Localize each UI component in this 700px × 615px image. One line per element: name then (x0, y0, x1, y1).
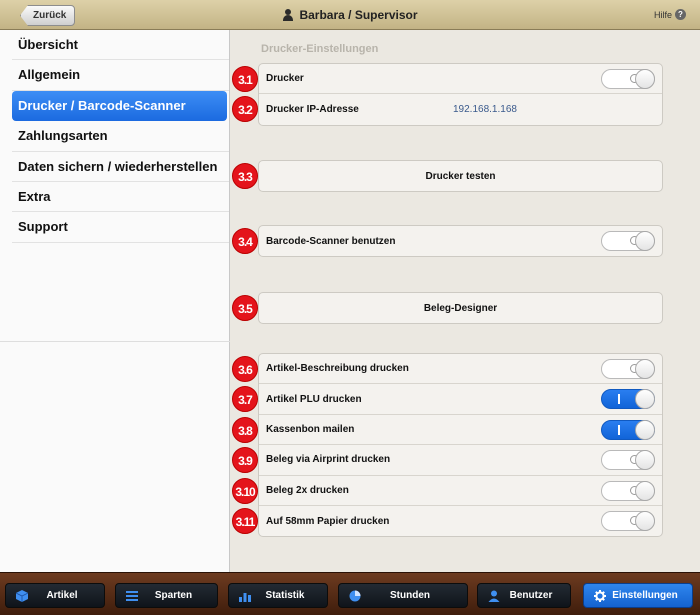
option-label: Beleg via Airprint drucken (266, 454, 391, 466)
scanner-row: 3.4 Barcode-Scanner benutzen (232, 226, 662, 256)
option-label: Kassenbon mailen (266, 423, 355, 435)
toggle-knob (635, 69, 655, 89)
sidebar-item-daten[interactable]: Daten sichern / wiederherstellen (12, 152, 229, 182)
ip-row[interactable]: 3.2 Drucker IP-Adresse 192.168.1.168 (232, 94, 662, 124)
gear-icon (594, 589, 606, 602)
receipt-designer-button[interactable]: Beleg-Designer (259, 293, 662, 323)
help-icon: ? (675, 9, 686, 20)
option-row: 3.8 Kassenbon mailen (232, 415, 662, 446)
printer-row: 3.1 Drucker (232, 64, 662, 95)
toggle-knob (635, 359, 655, 379)
step-badge: 3.4 (232, 228, 258, 254)
tab-stunden[interactable]: Stunden (338, 583, 468, 608)
article-plu-toggle[interactable] (601, 389, 655, 410)
sidebar: Übersicht Allgemein Drucker / Barcode-Sc… (0, 30, 230, 572)
settings-panel: Drucker-Einstellungen 3.1 Drucker 3.2 Dr… (230, 30, 700, 572)
help-button[interactable]: Hilfe ? (654, 9, 686, 20)
option-label: Artikel PLU drucken (266, 393, 362, 405)
sidebar-item-support[interactable]: Support (12, 212, 229, 243)
scanner-group: 3.4 Barcode-Scanner benutzen (232, 225, 663, 258)
scanner-label: Barcode-Scanner benutzen (266, 235, 396, 247)
user-icon (488, 590, 500, 602)
tab-label: Benutzer (509, 590, 553, 601)
print-twice-toggle[interactable] (601, 480, 655, 501)
toggle-knob (635, 450, 655, 471)
user-icon (282, 9, 294, 21)
step-badge: 3.5 (232, 295, 258, 321)
step-badge: 3.11 (232, 507, 258, 534)
toggle-knob (635, 389, 655, 410)
list-icon (126, 590, 138, 601)
step-badge: 3.3 (232, 163, 258, 189)
option-row: 3.9 Beleg via Airprint drucken (232, 445, 662, 476)
scanner-toggle[interactable] (601, 231, 655, 251)
bar-chart-icon (239, 592, 251, 602)
toggle-knob (635, 231, 655, 251)
tab-label: Artikel (46, 590, 78, 601)
help-label: Hilfe (653, 9, 672, 20)
sidebar-item-uebersicht[interactable]: Übersicht (12, 30, 229, 61)
mail-receipt-toggle[interactable] (601, 419, 655, 440)
option-label: Auf 58mm Papier drucken (266, 515, 390, 527)
designer-group: 3.5 Beleg-Designer (232, 292, 663, 324)
airprint-toggle[interactable] (601, 450, 655, 471)
option-row: 3.7 Artikel PLU drucken (232, 384, 662, 415)
step-badge: 3.1 (232, 66, 258, 92)
tab-label: Stunden (390, 590, 430, 601)
bottom-tab-bar: Artikel Sparten Statistik Stunden Benutz… (0, 572, 700, 615)
page-title: Barbara / Supervisor (299, 8, 418, 22)
test-printer-group: 3.3 Drucker testen (232, 160, 663, 192)
print-options-group: 3.6 Artikel-Beschreibung drucken 3.7 Art… (232, 353, 663, 538)
tab-artikel[interactable]: Artikel (5, 583, 105, 608)
header-title-wrap: Barbara / Supervisor (0, 0, 700, 30)
step-badge: 3.9 (232, 447, 258, 474)
sidebar-item-allgemein[interactable]: Allgemein (12, 60, 229, 91)
tab-sparten[interactable]: Sparten (115, 583, 218, 608)
step-badge: 3.7 (232, 386, 258, 413)
toggle-on-icon (618, 394, 620, 405)
option-label: Beleg 2x drucken (266, 484, 349, 496)
sidebar-item-extra[interactable]: Extra (12, 182, 229, 213)
article-description-toggle[interactable] (601, 359, 655, 379)
top-bar: Zurück Barbara / Supervisor Hilfe ? (0, 0, 700, 30)
sidebar-item-zahlungsarten[interactable]: Zahlungsarten (12, 121, 229, 152)
printer-toggle[interactable] (601, 69, 655, 89)
option-row: 3.6 Artikel-Beschreibung drucken (232, 354, 662, 385)
section-title: Drucker-Einstellungen (261, 43, 379, 55)
tab-statistik[interactable]: Statistik (228, 583, 328, 608)
step-badge: 3.2 (232, 96, 258, 123)
option-row: 3.10 Beleg 2x drucken (232, 476, 662, 506)
sidebar-item-drucker[interactable]: Drucker / Barcode-Scanner (12, 90, 227, 122)
ip-value[interactable]: 192.168.1.168 (453, 104, 517, 115)
tab-benutzer[interactable]: Benutzer (477, 583, 571, 608)
tab-label: Einstellungen (612, 590, 678, 601)
tab-label: Statistik (265, 590, 305, 601)
pie-clock-icon (349, 590, 361, 601)
step-badge: 3.6 (232, 356, 258, 382)
toggle-knob (635, 510, 655, 531)
toggle-on-icon (618, 424, 620, 435)
option-label: Artikel-Beschreibung drucken (266, 363, 409, 375)
test-printer-button[interactable]: Drucker testen (259, 161, 662, 191)
printer-label: Drucker (266, 73, 304, 85)
cube-icon (16, 589, 28, 602)
step-badge: 3.10 (232, 477, 258, 504)
toggle-knob (635, 419, 655, 440)
step-badge: 3.8 (232, 416, 258, 443)
tab-einstellungen[interactable]: Einstellungen (583, 583, 693, 608)
ip-label: Drucker IP-Adresse (266, 104, 359, 116)
tab-label: Sparten (154, 590, 193, 601)
sidebar-divider (0, 341, 230, 342)
option-row: 3.11 Auf 58mm Papier drucken (232, 506, 662, 536)
paper-58mm-toggle[interactable] (601, 510, 655, 531)
printer-group: 3.1 Drucker 3.2 Drucker IP-Adresse 192.1… (232, 63, 663, 126)
toggle-knob (635, 480, 655, 501)
